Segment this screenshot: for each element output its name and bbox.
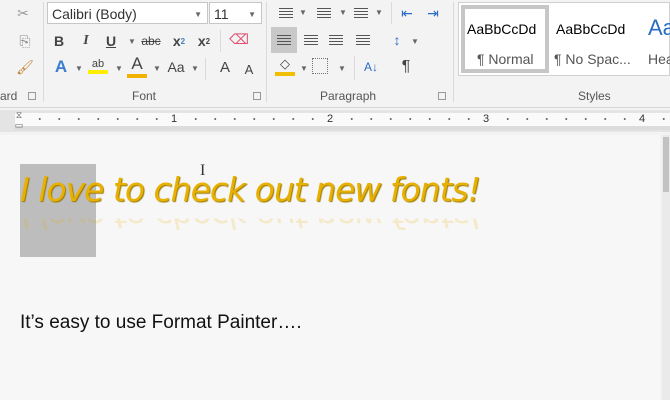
multilevel-list-icon[interactable]: [350, 4, 372, 22]
style-name: Hea: [648, 51, 670, 67]
font-name-select[interactable]: Calibri (Body) ▼: [47, 2, 208, 24]
align-right-button[interactable]: [325, 28, 347, 52]
divider: [43, 2, 44, 102]
increase-indent-icon[interactable]: ⇥: [422, 3, 444, 23]
justify-button[interactable]: [352, 28, 374, 52]
ruler-dots: [30, 115, 670, 123]
style-no-spacing[interactable]: AaBbCcDd ¶ No Spac...: [552, 5, 644, 73]
headline-text[interactable]: I love to check out new fonts!: [20, 170, 480, 209]
horizontal-ruler[interactable]: ⧖▭ 1 2 3 4: [0, 110, 670, 132]
format-painter-icon[interactable]: 🖌: [14, 56, 36, 78]
shading-dropdown[interactable]: ▼: [300, 64, 308, 73]
clipboard-launcher-icon[interactable]: [28, 92, 36, 100]
decrease-indent-icon[interactable]: ⇤: [396, 3, 418, 23]
line-spacing-dropdown[interactable]: ▼: [411, 37, 419, 46]
superscript-x: x: [198, 33, 206, 49]
font-color-dropdown[interactable]: ▼: [153, 64, 161, 73]
bullets-icon[interactable]: [275, 4, 297, 22]
style-preview: AaBbCcDd: [467, 21, 536, 37]
paint-bucket-icon: ◇: [280, 56, 290, 72]
font-size-select[interactable]: 11 ▼: [209, 2, 262, 24]
ruler-tick: 2: [327, 113, 333, 125]
scrollbar-thumb[interactable]: [663, 137, 669, 192]
underline-button[interactable]: U: [101, 30, 121, 52]
divider: [453, 2, 454, 102]
multilevel-dropdown[interactable]: ▼: [375, 8, 383, 17]
style-name: ¶ No Spac...: [554, 51, 631, 67]
numbering-icon[interactable]: [313, 4, 335, 22]
font-name-value: Calibri (Body): [52, 6, 137, 22]
highlight-label: ab: [92, 58, 104, 70]
superscript-button[interactable]: x2: [193, 30, 215, 52]
subscript-mark: 2: [181, 37, 185, 46]
text-effects-dropdown[interactable]: ▼: [75, 64, 83, 73]
strikethrough-button[interactable]: abc: [139, 30, 163, 52]
highlight-color-bar: [88, 70, 108, 74]
font-color-label: A: [131, 54, 142, 74]
clear-formatting-icon[interactable]: ⌫: [228, 28, 250, 50]
align-left-button[interactable]: [271, 27, 297, 53]
indent-marker-icon[interactable]: ⧖▭: [13, 110, 25, 132]
grow-font-button[interactable]: A: [214, 56, 236, 78]
subscript-x: x: [173, 33, 181, 49]
font-color-button[interactable]: A: [126, 54, 148, 78]
sort-button[interactable]: A↓: [360, 56, 382, 78]
divider: [220, 30, 221, 52]
i-beam-cursor-icon: I: [200, 162, 205, 180]
ruler-tick: 4: [639, 113, 645, 125]
document-page[interactable]: I love to check out new fonts! I love to…: [0, 135, 660, 400]
style-name: ¶ Normal: [477, 51, 534, 67]
clipboard-group-label: ard: [0, 89, 17, 103]
text-effects-button[interactable]: A: [50, 56, 72, 78]
shading-button[interactable]: ◇: [274, 54, 296, 78]
style-preview: AaBbCcDd: [556, 21, 625, 37]
change-case-dropdown[interactable]: ▼: [191, 64, 199, 73]
show-formatting-button[interactable]: ¶: [395, 56, 417, 78]
font-launcher-icon[interactable]: [253, 92, 261, 100]
ribbon: ✂ ⎘ 🖌 ard Calibri (Body) ▼ 11 ▼ B I U ▼ ab…: [0, 0, 670, 108]
copy-icon[interactable]: ⎘: [14, 30, 36, 52]
shrink-font-button[interactable]: A: [238, 58, 260, 80]
chevron-down-icon: ▼: [194, 10, 202, 19]
body-text[interactable]: It’s easy to use Format Painter….: [20, 312, 302, 334]
bold-button[interactable]: B: [49, 30, 69, 52]
font-size-value: 11: [214, 6, 229, 22]
font-color-bar: [127, 74, 147, 78]
change-case-button[interactable]: Aa: [164, 56, 188, 78]
style-preview: Aa: [648, 15, 670, 41]
divider: [205, 58, 206, 80]
ruler-tick: 1: [171, 113, 177, 125]
paragraph-group-label: Paragraph: [320, 89, 376, 103]
superscript-mark: 2: [206, 37, 210, 46]
font-group-label: Font: [132, 89, 156, 103]
style-normal[interactable]: AaBbCcDd ¶ Normal: [461, 5, 549, 73]
divider: [391, 2, 392, 24]
cut-icon[interactable]: ✂: [12, 2, 34, 24]
shading-color-bar: [275, 72, 295, 76]
style-heading[interactable]: Aa Hea: [646, 5, 670, 73]
subscript-button[interactable]: x2: [168, 30, 190, 52]
styles-group-label: Styles: [578, 89, 611, 103]
vertical-scrollbar[interactable]: [662, 135, 670, 400]
italic-button[interactable]: I: [76, 30, 96, 52]
chevron-down-icon: ▼: [248, 10, 256, 19]
borders-icon[interactable]: [312, 58, 328, 74]
ruler-tick: 3: [483, 113, 489, 125]
highlight-dropdown[interactable]: ▼: [115, 64, 123, 73]
bullets-dropdown[interactable]: ▼: [299, 8, 307, 17]
line-spacing-icon[interactable]: ↕: [386, 28, 408, 52]
underline-dropdown[interactable]: ▼: [128, 37, 136, 46]
align-center-button[interactable]: [300, 28, 322, 52]
highlight-button[interactable]: ab: [87, 54, 109, 78]
numbering-dropdown[interactable]: ▼: [339, 8, 347, 17]
borders-dropdown[interactable]: ▼: [338, 64, 346, 73]
divider: [354, 56, 355, 80]
paragraph-launcher-icon[interactable]: [438, 92, 446, 100]
divider: [266, 2, 267, 102]
